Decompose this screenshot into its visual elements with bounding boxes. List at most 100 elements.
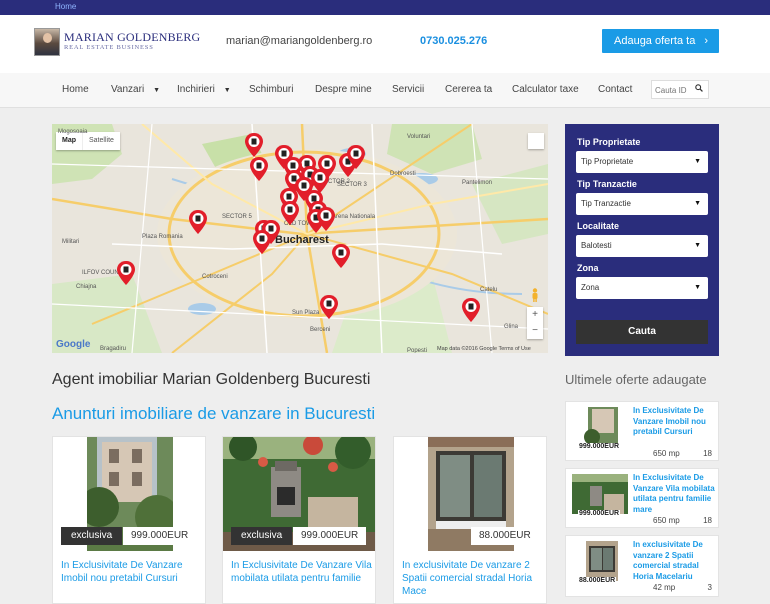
nav-vanzari[interactable]: Vanzari ▼	[111, 84, 160, 95]
offer-thumbnail[interactable]	[572, 541, 628, 581]
zoom-in-button[interactable]: +	[527, 307, 543, 323]
offer-thumbnail[interactable]	[572, 407, 628, 447]
select-zona[interactable]: Zona ▼	[576, 277, 708, 299]
map-pin-icon[interactable]	[189, 210, 207, 234]
street-view-icon[interactable]	[531, 288, 539, 302]
map-pin-icon[interactable]	[253, 230, 271, 254]
nav-label: Cererea ta	[445, 84, 493, 95]
offer-title[interactable]: In Exclusivitate De Vanzare Imobil nou p…	[633, 406, 717, 438]
properties-map[interactable]: Map Satellite + − Google Map data ©2016 …	[52, 124, 548, 353]
select-tip-tranzactie[interactable]: Tip Tranzactie ▼	[576, 193, 708, 215]
header-email[interactable]: marian@mariangoldenberg.ro	[226, 35, 372, 47]
nav-label: Calculator taxe	[512, 84, 579, 95]
map-pin-icon[interactable]	[332, 244, 350, 268]
map-place-label: Popesti	[407, 348, 428, 353]
map-place-label: Pantelimon	[462, 180, 493, 186]
search-submit-button[interactable]: Cauta	[576, 320, 708, 344]
map-place-label: SECTOR 5	[222, 214, 252, 220]
search-icon[interactable]	[695, 84, 703, 92]
nav-despre-mine[interactable]: Despre mine	[315, 84, 372, 95]
map-pin-icon[interactable]	[245, 133, 263, 157]
chevron-right-icon: ›	[704, 35, 708, 47]
map-city-label: Bucharest	[275, 234, 329, 246]
offer-thumbnail[interactable]	[572, 474, 628, 514]
latest-offer-item[interactable]: 999.000EUR In Exclusivitate De Vanzare V…	[565, 468, 719, 528]
offer-price: 999.000EUR	[578, 443, 621, 450]
map-place-label: Plaza Romania	[142, 234, 183, 240]
map-attribution[interactable]: Map data ©2016 Google Terms of Use	[437, 346, 531, 352]
caret-down-icon: ▼	[694, 200, 701, 207]
top-home-link[interactable]: Home	[55, 2, 76, 11]
offer-area: 650 mp	[653, 516, 680, 525]
nav-schimburi[interactable]: Schimburi	[249, 84, 293, 95]
map-pin-icon[interactable]	[317, 207, 335, 231]
map-pin-icon[interactable]	[250, 157, 268, 181]
exclusiva-badge: exclusiva	[61, 527, 123, 545]
section-title: Anunturi imobiliare de vanzare in Bucure…	[52, 404, 376, 423]
nav-label: Schimburi	[249, 84, 294, 95]
offer-views: 3	[707, 583, 712, 592]
listing-price: 999.000EUR	[293, 527, 367, 545]
caret-down-icon: ▼	[694, 242, 701, 249]
satellite-view-button[interactable]: Satellite	[82, 132, 120, 150]
header: MARIAN GOLDENBERG REAL ESTATE BUSINESS m…	[0, 15, 770, 73]
property-search-panel: Tip Proprietate Tip Proprietate ▼ Tip Tr…	[565, 124, 719, 356]
map-place-label: Mogosoaia	[58, 129, 88, 135]
latest-offer-item[interactable]: 88.000EUR In exclusivitate De vanzare 2 …	[565, 535, 719, 597]
nav-cererea-ta[interactable]: Cererea ta	[445, 84, 492, 95]
add-offer-button[interactable]: Adauga oferta ta ›	[602, 29, 719, 53]
id-search-input[interactable]	[655, 84, 693, 96]
map-pin-icon[interactable]	[462, 298, 480, 322]
fullscreen-icon[interactable]	[528, 133, 544, 149]
offer-title[interactable]: In exclusivitate De vanzare 2 Spatii com…	[633, 540, 717, 582]
nav-calculator-taxe[interactable]: Calculator taxe	[512, 84, 579, 95]
nav-home[interactable]: Home	[62, 84, 89, 95]
zoom-out-button[interactable]: −	[527, 323, 543, 339]
listing-card[interactable]: exclusiva 999.000EUR In Exclusivitate De…	[52, 436, 206, 604]
field-label-localitate: Localitate	[577, 221, 620, 231]
nav-contact[interactable]: Contact	[598, 84, 632, 95]
listing-price: 88.000EUR	[471, 527, 539, 545]
map-pin-icon[interactable]	[117, 261, 135, 285]
logo-tagline: REAL ESTATE BUSINESS	[64, 44, 154, 51]
top-bar: Home	[0, 0, 770, 15]
nav-label: Servicii	[392, 84, 425, 95]
listing-price: 999.000EUR	[123, 527, 197, 545]
map-place-label: Glina	[504, 324, 519, 330]
map-place-label: Bragadiru	[100, 346, 127, 352]
logo[interactable]: MARIAN GOLDENBERG REAL ESTATE BUSINESS	[34, 28, 200, 56]
add-offer-label: Adauga oferta ta	[614, 35, 696, 47]
nav-label: Despre mine	[315, 84, 372, 95]
listing-title[interactable]: In Exclusivitate De Vanzare Imobil nou p…	[61, 559, 203, 585]
header-phone[interactable]: 0730.025.276	[420, 35, 487, 47]
nav-label: Contact	[598, 84, 633, 95]
offer-title[interactable]: In Exclusivitate De Vanzare Vila mobilat…	[633, 473, 717, 515]
latest-offer-item[interactable]: 999.000EUR In Exclusivitate De Vanzare I…	[565, 401, 719, 461]
listing-title[interactable]: In Exclusivitate De Vanzare Vila mobilat…	[231, 559, 373, 585]
map-place-label: SECTOR 3	[337, 182, 367, 188]
field-label-zona: Zona	[577, 263, 599, 273]
listing-card[interactable]: exclusiva 999.000EUR In Exclusivitate De…	[222, 436, 376, 604]
map-place-label: Chiajna	[76, 284, 97, 290]
select-value: Tip Tranzactie	[581, 199, 631, 208]
map-pin-icon[interactable]	[347, 145, 365, 169]
listing-title[interactable]: In exclusivitate De vanzare 2 Spatii com…	[402, 559, 544, 598]
nav-servicii[interactable]: Servicii	[392, 84, 424, 95]
caret-down-icon: ▼	[223, 87, 231, 94]
select-value: Zona	[581, 283, 600, 292]
select-localitate[interactable]: Balotesti ▼	[576, 235, 708, 257]
zoom-control: + −	[527, 307, 543, 339]
field-label-tip-proprietate: Tip Proprietate	[577, 137, 641, 147]
offer-views: 18	[703, 449, 712, 458]
map-place-label: Arena Nationala	[332, 214, 376, 220]
map-place-label: Cotroceni	[202, 274, 228, 280]
listing-card[interactable]: 88.000EUR In exclusivitate De vanzare 2 …	[393, 436, 547, 604]
agent-title: Agent imobiliar Marian Goldenberg Bucure…	[52, 371, 371, 388]
map-pin-icon[interactable]	[320, 295, 338, 319]
nav-label: Vanzari	[111, 84, 145, 95]
caret-down-icon: ▼	[153, 87, 161, 94]
nav-inchirieri[interactable]: Inchirieri ▼	[177, 84, 231, 95]
map-pin-icon[interactable]	[281, 201, 299, 225]
offer-price: 88.000EUR	[578, 577, 617, 584]
select-tip-proprietate[interactable]: Tip Proprietate ▼	[576, 151, 708, 173]
